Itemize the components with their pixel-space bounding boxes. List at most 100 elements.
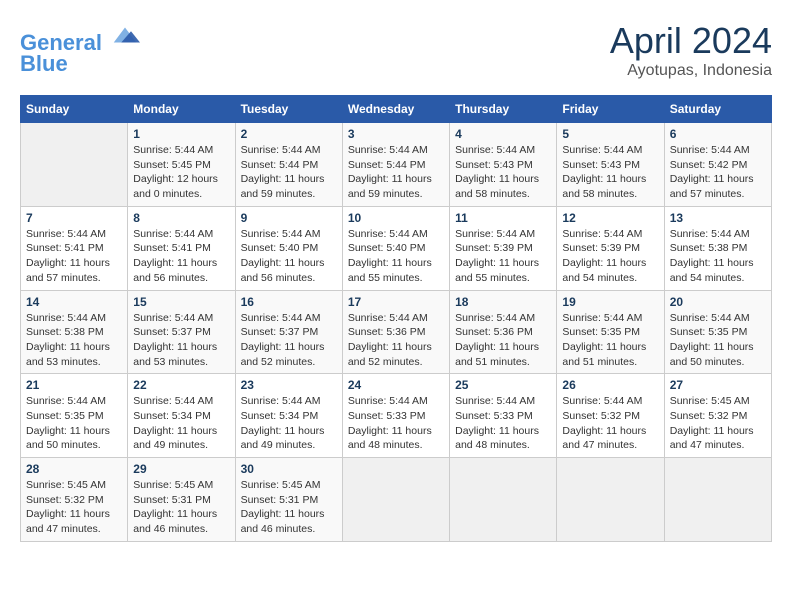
day-number: 15 [133,295,229,309]
day-number: 9 [241,211,337,225]
day-number: 2 [241,127,337,141]
day-info: Sunrise: 5:44 AM Sunset: 5:39 PM Dayligh… [562,227,658,286]
day-info: Sunrise: 5:44 AM Sunset: 5:33 PM Dayligh… [348,394,444,453]
day-info: Sunrise: 5:44 AM Sunset: 5:34 PM Dayligh… [241,394,337,453]
calendar-cell: 10 Sunrise: 5:44 AM Sunset: 5:40 PM Dayli… [342,206,449,290]
day-number: 27 [670,378,766,392]
calendar-cell: 30 Sunrise: 5:45 AM Sunset: 5:31 PM Dayli… [235,458,342,542]
day-info: Sunrise: 5:44 AM Sunset: 5:40 PM Dayligh… [348,227,444,286]
day-info: Sunrise: 5:45 AM Sunset: 5:32 PM Dayligh… [26,478,122,537]
calendar-cell: 13Sunrise: 5:44 AM Sunset: 5:38 PM Dayli… [664,206,771,290]
page-header: General Blue April 2024 Ayotupas, Indone… [20,20,772,80]
day-info: Sunrise: 5:45 AM Sunset: 5:31 PM Dayligh… [241,478,337,537]
calendar-cell [557,458,664,542]
day-number: 4 [455,127,551,141]
calendar-cell: 11 Sunrise: 5:44 AM Sunset: 5:39 PM Dayli… [450,206,557,290]
day-number: 23 [241,378,337,392]
calendar-cell: 15 Sunrise: 5:44 AM Sunset: 5:37 PM Dayli… [128,290,235,374]
day-number: 11 [455,211,551,225]
day-info: Sunrise: 5:45 AM Sunset: 5:32 PM Dayligh… [670,394,766,453]
calendar-week-row: 1 Sunrise: 5:44 AM Sunset: 5:45 PM Daylig… [21,123,772,207]
title-block: April 2024 Ayotupas, Indonesia [610,20,772,80]
calendar-cell: 25Sunrise: 5:44 AM Sunset: 5:33 PM Dayli… [450,374,557,458]
calendar-cell: 23 Sunrise: 5:44 AM Sunset: 5:34 PM Dayli… [235,374,342,458]
calendar-week-row: 28 Sunrise: 5:45 AM Sunset: 5:32 PM Dayli… [21,458,772,542]
calendar-cell: 24 Sunrise: 5:44 AM Sunset: 5:33 PM Dayli… [342,374,449,458]
day-number: 28 [26,462,122,476]
day-info: Sunrise: 5:44 AM Sunset: 5:40 PM Dayligh… [241,227,337,286]
day-info: Sunrise: 5:44 AM Sunset: 5:39 PM Dayligh… [455,227,551,286]
day-info: Sunrise: 5:44 AM Sunset: 5:45 PM Dayligh… [133,143,229,202]
day-number: 14 [26,295,122,309]
day-number: 16 [241,295,337,309]
calendar-cell: 22Sunrise: 5:44 AM Sunset: 5:34 PM Dayli… [128,374,235,458]
calendar-cell: 12 Sunrise: 5:44 AM Sunset: 5:39 PM Dayli… [557,206,664,290]
calendar-cell [450,458,557,542]
day-number: 10 [348,211,444,225]
calendar-cell: 3Sunrise: 5:44 AM Sunset: 5:44 PM Daylig… [342,123,449,207]
day-info: Sunrise: 5:44 AM Sunset: 5:36 PM Dayligh… [455,311,551,370]
weekday-header: Wednesday [342,96,449,123]
day-info: Sunrise: 5:44 AM Sunset: 5:43 PM Dayligh… [455,143,551,202]
day-info: Sunrise: 5:44 AM Sunset: 5:33 PM Dayligh… [455,394,551,453]
weekday-header: Monday [128,96,235,123]
day-number: 7 [26,211,122,225]
day-number: 30 [241,462,337,476]
day-info: Sunrise: 5:44 AM Sunset: 5:41 PM Dayligh… [133,227,229,286]
calendar-cell [342,458,449,542]
calendar-week-row: 14 Sunrise: 5:44 AM Sunset: 5:38 PM Dayli… [21,290,772,374]
calendar-cell: 16 Sunrise: 5:44 AM Sunset: 5:37 PM Dayli… [235,290,342,374]
day-number: 12 [562,211,658,225]
calendar-cell: 20Sunrise: 5:44 AM Sunset: 5:35 PM Dayli… [664,290,771,374]
day-number: 20 [670,295,766,309]
weekday-header: Thursday [450,96,557,123]
day-info: Sunrise: 5:44 AM Sunset: 5:38 PM Dayligh… [670,227,766,286]
calendar-cell: 21 Sunrise: 5:44 AM Sunset: 5:35 PM Dayli… [21,374,128,458]
calendar-cell: 1 Sunrise: 5:44 AM Sunset: 5:45 PM Daylig… [128,123,235,207]
calendar-week-row: 21 Sunrise: 5:44 AM Sunset: 5:35 PM Dayli… [21,374,772,458]
location: Ayotupas, Indonesia [610,62,772,80]
day-info: Sunrise: 5:44 AM Sunset: 5:37 PM Dayligh… [133,311,229,370]
calendar-cell: 14 Sunrise: 5:44 AM Sunset: 5:38 PM Dayli… [21,290,128,374]
logo-text: General [20,20,140,55]
calendar-cell: 19 Sunrise: 5:44 AM Sunset: 5:35 PM Dayli… [557,290,664,374]
day-number: 24 [348,378,444,392]
weekday-header: Friday [557,96,664,123]
day-number: 18 [455,295,551,309]
calendar-cell: 29Sunrise: 5:45 AM Sunset: 5:31 PM Dayli… [128,458,235,542]
weekday-header: Saturday [664,96,771,123]
day-info: Sunrise: 5:44 AM Sunset: 5:43 PM Dayligh… [562,143,658,202]
calendar-table: SundayMondayTuesdayWednesdayThursdayFrid… [20,95,772,542]
weekday-header-row: SundayMondayTuesdayWednesdayThursdayFrid… [21,96,772,123]
calendar-cell: 26Sunrise: 5:44 AM Sunset: 5:32 PM Dayli… [557,374,664,458]
day-number: 29 [133,462,229,476]
day-info: Sunrise: 5:44 AM Sunset: 5:35 PM Dayligh… [562,311,658,370]
calendar-cell: 6Sunrise: 5:44 AM Sunset: 5:42 PM Daylig… [664,123,771,207]
calendar-cell [21,123,128,207]
day-info: Sunrise: 5:44 AM Sunset: 5:34 PM Dayligh… [133,394,229,453]
day-info: Sunrise: 5:44 AM Sunset: 5:44 PM Dayligh… [241,143,337,202]
calendar-cell: 27 Sunrise: 5:45 AM Sunset: 5:32 PM Dayli… [664,374,771,458]
day-number: 1 [133,127,229,141]
day-number: 17 [348,295,444,309]
calendar-cell: 8Sunrise: 5:44 AM Sunset: 5:41 PM Daylig… [128,206,235,290]
calendar-cell: 2 Sunrise: 5:44 AM Sunset: 5:44 PM Daylig… [235,123,342,207]
calendar-cell: 4 Sunrise: 5:44 AM Sunset: 5:43 PM Daylig… [450,123,557,207]
day-number: 19 [562,295,658,309]
month-title: April 2024 [610,20,772,62]
calendar-cell: 18 Sunrise: 5:44 AM Sunset: 5:36 PM Dayli… [450,290,557,374]
day-info: Sunrise: 5:44 AM Sunset: 5:35 PM Dayligh… [26,394,122,453]
calendar-cell: 28 Sunrise: 5:45 AM Sunset: 5:32 PM Dayli… [21,458,128,542]
day-info: Sunrise: 5:44 AM Sunset: 5:36 PM Dayligh… [348,311,444,370]
day-info: Sunrise: 5:44 AM Sunset: 5:44 PM Dayligh… [348,143,444,202]
day-number: 26 [562,378,658,392]
day-info: Sunrise: 5:44 AM Sunset: 5:42 PM Dayligh… [670,143,766,202]
calendar-cell: 5Sunrise: 5:44 AM Sunset: 5:43 PM Daylig… [557,123,664,207]
day-info: Sunrise: 5:44 AM Sunset: 5:38 PM Dayligh… [26,311,122,370]
calendar-cell: 7 Sunrise: 5:44 AM Sunset: 5:41 PM Daylig… [21,206,128,290]
day-info: Sunrise: 5:44 AM Sunset: 5:37 PM Dayligh… [241,311,337,370]
weekday-header: Sunday [21,96,128,123]
day-info: Sunrise: 5:44 AM Sunset: 5:41 PM Dayligh… [26,227,122,286]
calendar-week-row: 7 Sunrise: 5:44 AM Sunset: 5:41 PM Daylig… [21,206,772,290]
day-number: 21 [26,378,122,392]
